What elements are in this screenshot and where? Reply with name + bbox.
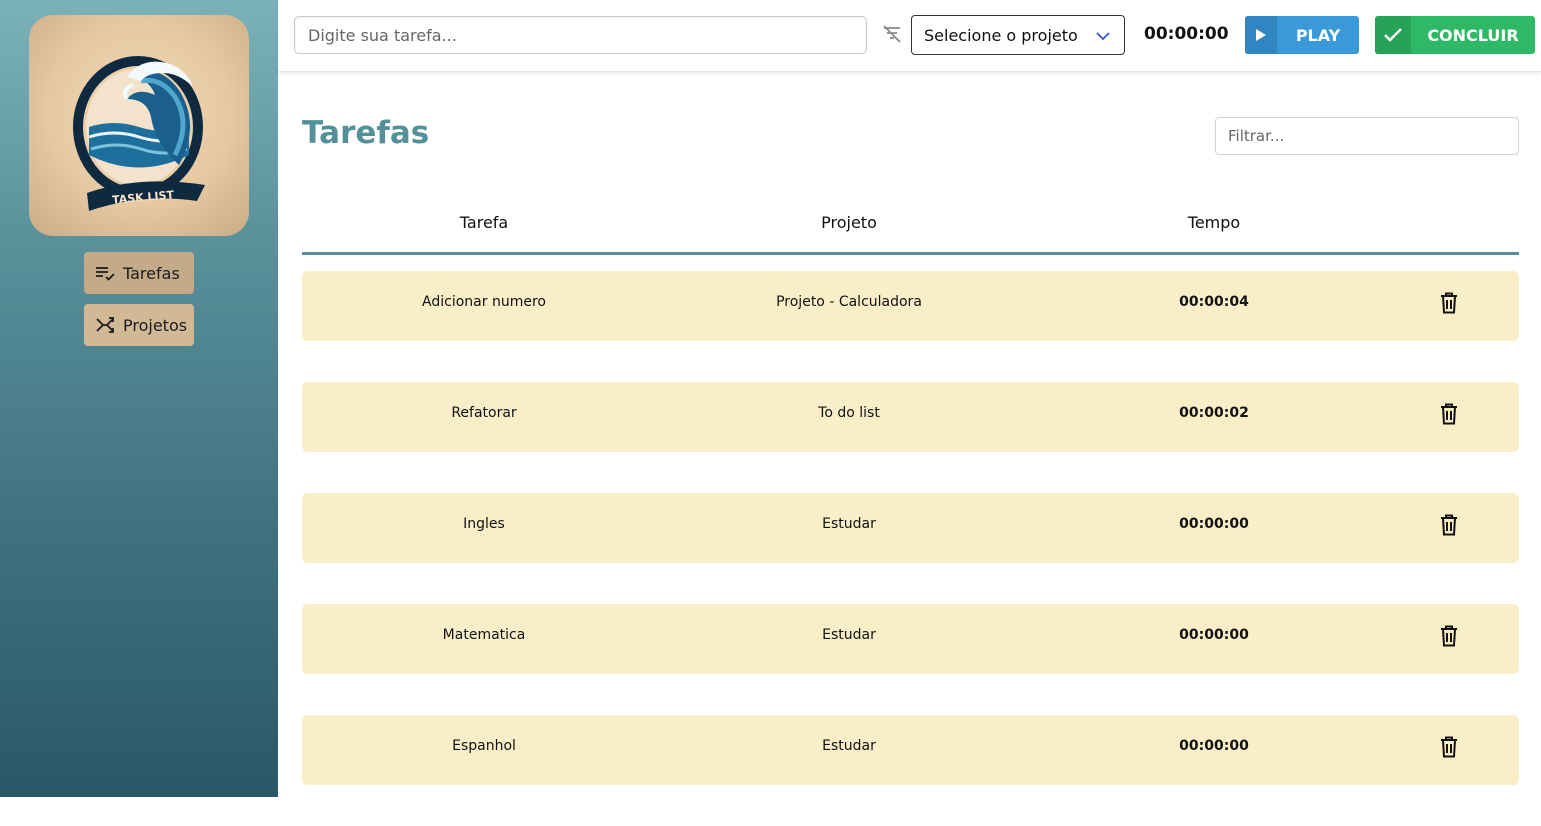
- task-time: 00:00:00: [1179, 738, 1249, 754]
- table-header: Tarefa Projeto Tempo: [302, 200, 1519, 255]
- trash-icon[interactable]: [1440, 625, 1458, 647]
- task-name: Refatorar: [451, 405, 517, 421]
- play-button-label: PLAY: [1295, 25, 1341, 45]
- project-select[interactable]: Selecione o projeto: [911, 15, 1125, 55]
- table-row: Refatorar To do list 00:00:02: [302, 382, 1519, 452]
- task-name: Matematica: [442, 627, 526, 643]
- chevron-down-icon: [1096, 28, 1110, 47]
- sidebar-item-label: Projetos: [123, 315, 188, 335]
- task-project: Projeto - Calculadora: [776, 294, 922, 310]
- task-name: Espanhol: [452, 738, 516, 754]
- concluir-button-label: CONCLUIR: [1427, 25, 1519, 45]
- filter-off-icon[interactable]: [881, 23, 903, 45]
- task-time: 00:00:02: [1179, 405, 1249, 421]
- trash-icon[interactable]: [1440, 514, 1458, 536]
- trash-icon[interactable]: [1440, 292, 1458, 314]
- sidebar: TASK LIST Tarefas Projetos: [0, 0, 278, 797]
- task-input[interactable]: [294, 16, 867, 54]
- column-header-projeto: Projeto: [821, 213, 877, 232]
- task-project: Estudar: [822, 627, 876, 643]
- table-row: Adicionar numero Projeto - Calculadora 0…: [302, 271, 1519, 341]
- play-button[interactable]: PLAY: [1245, 16, 1359, 54]
- task-time: 00:00:00: [1179, 627, 1249, 643]
- column-header-tarefa: Tarefa: [459, 213, 509, 232]
- task-time: 00:00:04: [1179, 294, 1249, 310]
- trash-icon[interactable]: [1440, 736, 1458, 758]
- shuffle-icon: [95, 315, 115, 335]
- sidebar-item-projetos[interactable]: Projetos: [84, 304, 194, 346]
- list-check-icon: [95, 263, 115, 283]
- sidebar-item-label: Tarefas: [123, 263, 180, 283]
- page-title: Tarefas: [302, 115, 430, 151]
- topbar: Selecione o projeto 00:00:00 PLAY CONCLU…: [278, 0, 1541, 72]
- task-project: Estudar: [822, 738, 876, 754]
- task-name: Ingles: [463, 516, 505, 532]
- play-icon: [1245, 16, 1277, 54]
- task-list: Adicionar numero Projeto - Calculadora 0…: [302, 271, 1519, 826]
- check-icon: [1375, 16, 1411, 54]
- trash-icon[interactable]: [1440, 403, 1458, 425]
- timer-display: 00:00:00: [1144, 24, 1229, 44]
- concluir-button[interactable]: CONCLUIR: [1375, 16, 1535, 54]
- table-row: Ingles Estudar 00:00:00: [302, 493, 1519, 563]
- filter-input[interactable]: [1215, 117, 1519, 155]
- table-row: Matematica Estudar 00:00:00: [302, 604, 1519, 674]
- task-name: Adicionar numero: [422, 294, 546, 310]
- table-row: Espanhol Estudar 00:00:00: [302, 715, 1519, 785]
- column-header-tempo: Tempo: [1187, 213, 1241, 232]
- project-select-value: Selecione o projeto: [924, 25, 1078, 45]
- app-logo: TASK LIST: [29, 15, 249, 236]
- sidebar-item-tarefas[interactable]: Tarefas: [84, 252, 194, 294]
- task-project: To do list: [818, 405, 880, 421]
- task-time: 00:00:00: [1179, 516, 1249, 532]
- wave-logo-icon: TASK LIST: [73, 56, 205, 211]
- task-project: Estudar: [822, 516, 876, 532]
